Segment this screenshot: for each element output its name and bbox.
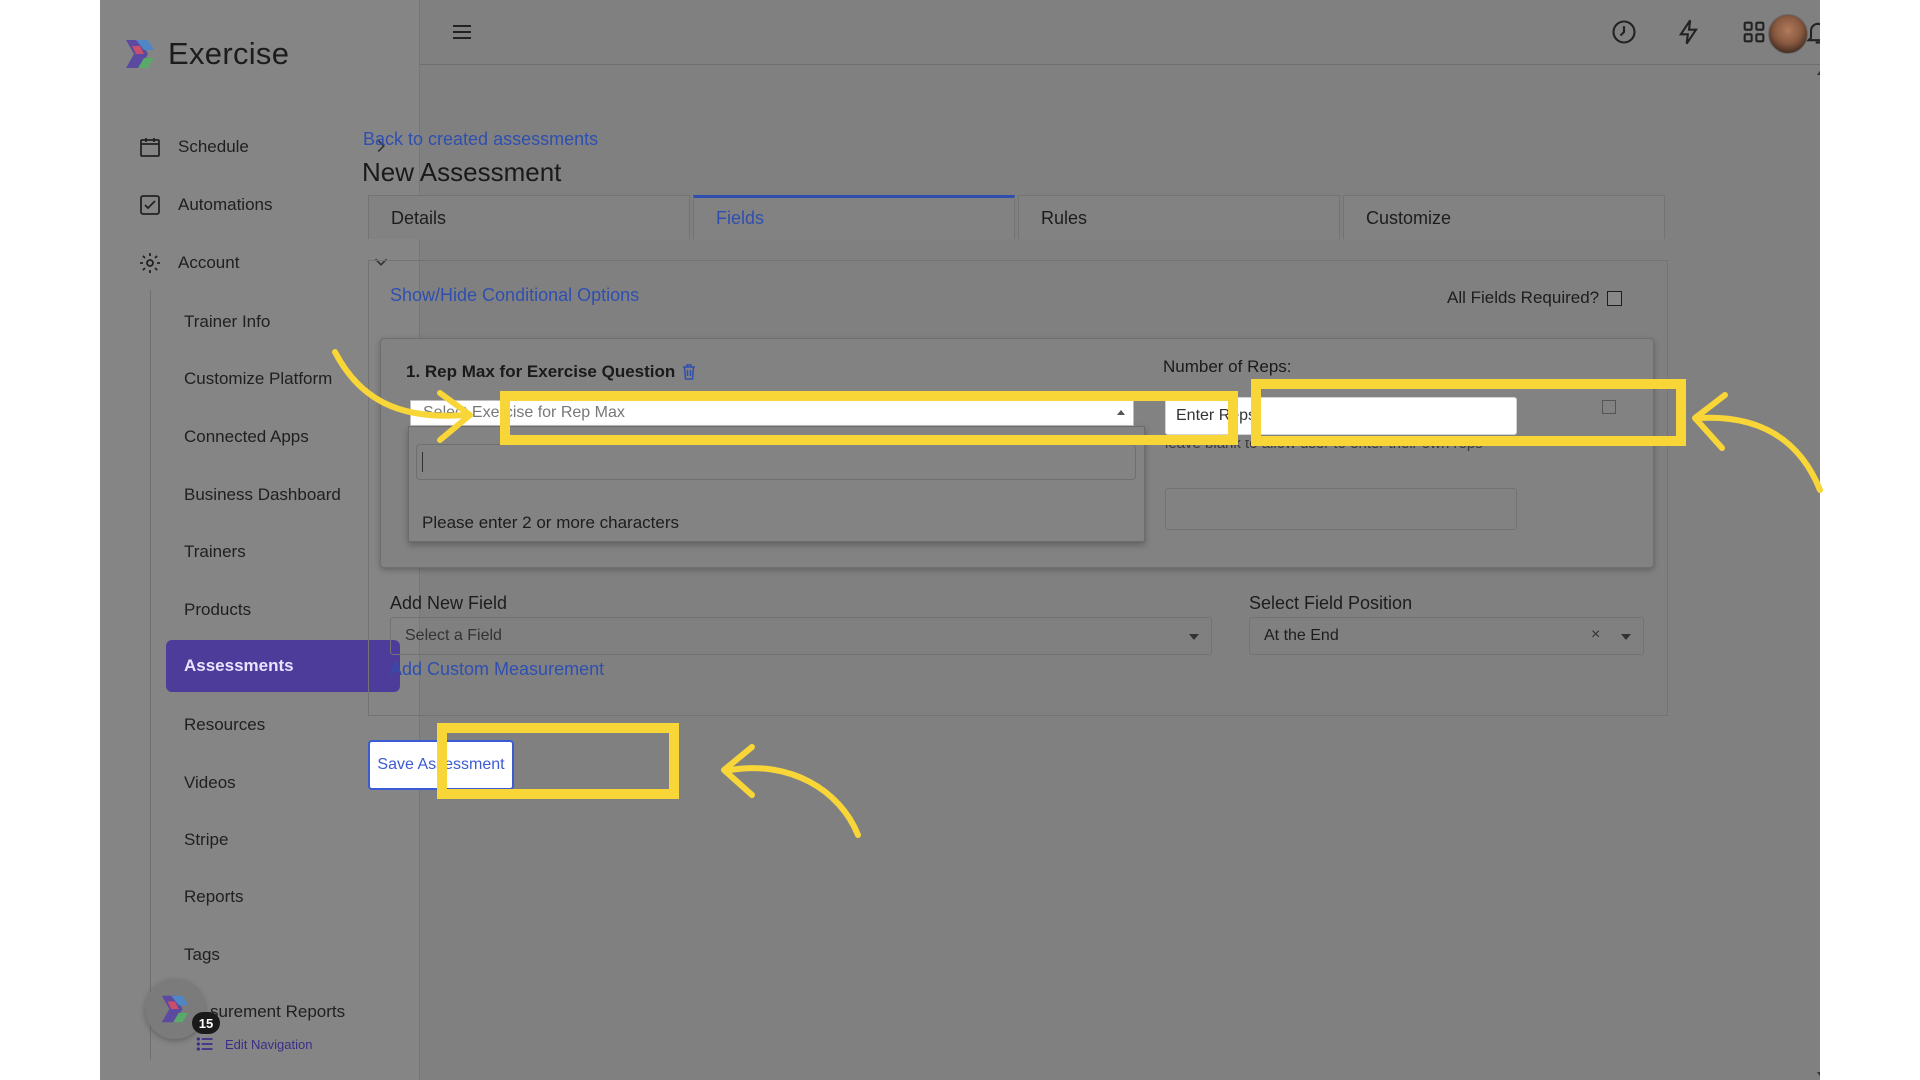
annotation-arrows <box>332 349 1823 838</box>
arrow-to-exercise-select <box>332 349 468 419</box>
arrow-to-reps-input <box>1697 414 1823 493</box>
arrow-to-save-button <box>727 765 861 838</box>
arrowhead-reps <box>1692 392 1728 451</box>
